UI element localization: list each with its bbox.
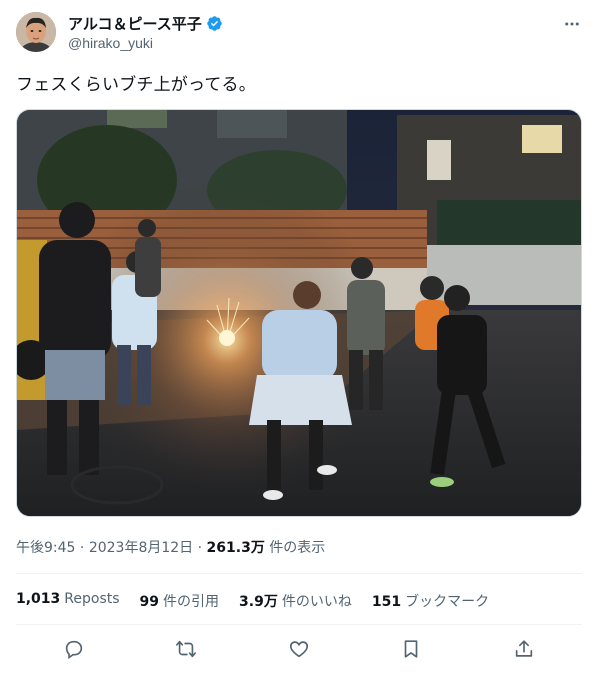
author-handle[interactable]: @hirako_yuki bbox=[68, 35, 223, 51]
author-block: アルコ＆ピース平子 @hirako_yuki bbox=[68, 13, 223, 51]
tweet-header: アルコ＆ピース平子 @hirako_yuki bbox=[16, 12, 582, 56]
tweet-text: フェスくらいブチ上がってる。 bbox=[16, 75, 256, 95]
tweet-time[interactable]: 午後9:45 bbox=[16, 540, 75, 556]
action-bar bbox=[16, 635, 582, 663]
reposts-label: Reposts bbox=[64, 591, 120, 607]
divider bbox=[16, 573, 582, 574]
verified-badge-icon bbox=[207, 15, 222, 31]
bookmark-icon[interactable] bbox=[397, 635, 425, 663]
heart-icon[interactable] bbox=[285, 635, 313, 663]
tweet-meta: 午後9:45 · 2023年8月12日 · 261.3万 件の表示 bbox=[16, 537, 325, 557]
views-count: 261.3万 bbox=[206, 540, 265, 556]
meta-separator: · bbox=[79, 540, 85, 556]
bookmarks-count: 151 bbox=[371, 594, 402, 610]
likes-stat[interactable]: 3.9万 件のいいね bbox=[239, 591, 352, 611]
quotes-label: 件の引用 bbox=[163, 594, 220, 610]
meta-separator: · bbox=[197, 540, 203, 556]
engagement-stats: 1,013 Reposts 99 件の引用 3.9万 件のいいね 151 ブックマーク bbox=[16, 591, 509, 611]
reposts-stat[interactable]: 1,013 Reposts bbox=[16, 591, 120, 611]
author-name[interactable]: アルコ＆ピース平子 bbox=[68, 13, 202, 34]
tweet-photo[interactable] bbox=[16, 109, 582, 517]
share-icon[interactable] bbox=[510, 635, 538, 663]
reposts-count: 1,013 bbox=[16, 591, 61, 607]
fireworks-photo bbox=[17, 110, 581, 516]
quotes-stat[interactable]: 99 件の引用 bbox=[140, 591, 219, 611]
more-icon[interactable] bbox=[562, 14, 582, 34]
reply-icon[interactable] bbox=[60, 635, 88, 663]
bookmarks-stat[interactable]: 151 ブックマーク bbox=[372, 591, 489, 611]
retweet-icon[interactable] bbox=[172, 635, 200, 663]
quotes-count: 99 bbox=[139, 594, 160, 610]
tweet-date[interactable]: 2023年8月12日 bbox=[89, 540, 193, 556]
bookmarks-label: ブックマーク bbox=[405, 594, 490, 610]
likes-count: 3.9万 bbox=[239, 594, 278, 610]
avatar[interactable] bbox=[16, 12, 56, 52]
divider bbox=[16, 624, 582, 625]
likes-label: 件のいいね bbox=[281, 594, 352, 610]
views-label: 件の表示 bbox=[269, 540, 326, 556]
